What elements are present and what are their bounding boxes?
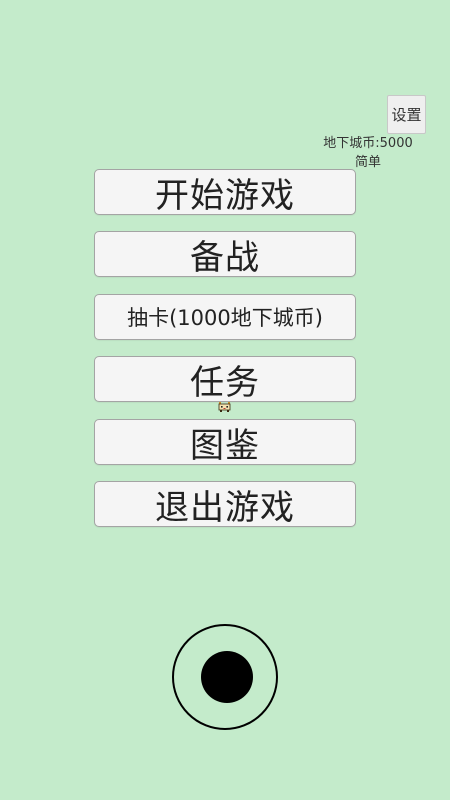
currency-display: 地下城币:5000 — [323, 136, 413, 151]
joystick-knob[interactable] — [201, 651, 253, 703]
draw-card-button[interactable]: 抽卡(1000地下城币) — [94, 294, 356, 340]
tasks-button[interactable]: 任务 — [94, 356, 356, 403]
pet-sprite-icon — [218, 402, 231, 412]
codex-button[interactable]: 图鉴 — [94, 419, 356, 466]
difficulty-label: 简单 — [354, 155, 381, 170]
start-game-button[interactable]: 开始游戏 — [94, 169, 356, 216]
prepare-button[interactable]: 备战 — [94, 231, 356, 278]
exit-game-button[interactable]: 退出游戏 — [94, 481, 356, 528]
settings-button[interactable]: 设置 — [387, 95, 426, 134]
joystick-ring[interactable] — [172, 624, 278, 730]
